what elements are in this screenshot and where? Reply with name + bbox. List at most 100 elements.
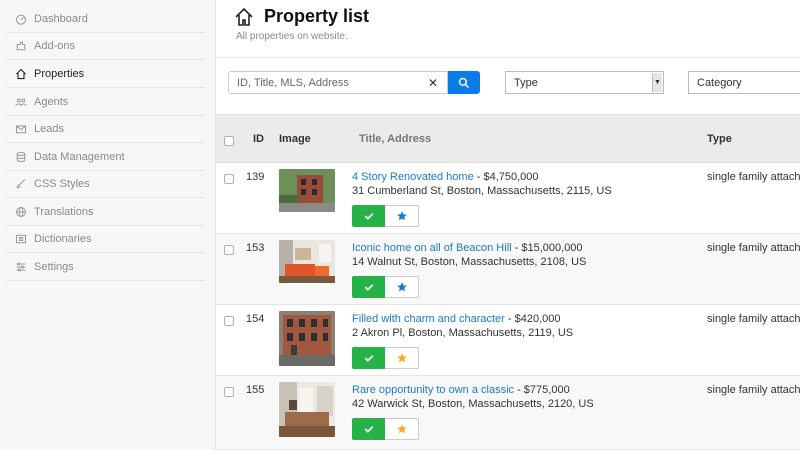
page-subtitle: All properties on website. [236, 31, 348, 42]
home-icon [14, 67, 28, 81]
property-address: 42 Warwick St, Boston, Massachusetts, 21… [352, 398, 594, 410]
dashboard-icon [14, 12, 28, 26]
globe-icon [14, 205, 28, 219]
row-checkbox[interactable] [224, 387, 234, 397]
sidebar-item-label: CSS Styles [34, 178, 90, 190]
approve-button[interactable] [352, 347, 385, 369]
property-title-link[interactable]: 4 Story Renovated home [352, 171, 474, 183]
check-icon [364, 284, 373, 291]
envelope-icon [14, 122, 28, 136]
column-id[interactable]: ID [253, 133, 264, 145]
chevron-down-icon: ▼ [652, 73, 662, 92]
star-icon [396, 424, 407, 434]
sidebar-item-label: Dashboard [34, 13, 88, 25]
column-type[interactable]: Type [707, 133, 732, 145]
sidebar-item-label: Settings [34, 261, 74, 273]
clear-search-button[interactable]: ✕ [419, 71, 448, 94]
sidebar-item-agents[interactable]: Agents [6, 89, 204, 116]
table-row: 139 4 Story Renovated home - $4,750,000 … [216, 163, 800, 234]
title-line: Iconic home on all of Beacon Hill - $15,… [352, 242, 583, 254]
property-type: single family attache [707, 313, 800, 325]
property-price: - $4,750,000 [473, 171, 539, 183]
property-price: - $15,000,000 [511, 242, 583, 254]
sidebar-item-dashboard[interactable]: Dashboard [6, 6, 204, 33]
sidebar-item-translations[interactable]: Translations [6, 199, 204, 226]
search-input[interactable] [228, 71, 420, 94]
property-price: - $775,000 [514, 384, 570, 396]
row-id: 139 [246, 171, 265, 183]
category-select-value: Category [697, 76, 742, 89]
approve-button[interactable] [352, 418, 385, 440]
sidebar-item-leads[interactable]: Leads [6, 116, 204, 143]
type-select[interactable]: Type ▼ [505, 71, 664, 94]
property-type: single family attache [707, 242, 800, 254]
select-all-checkbox[interactable] [224, 136, 234, 146]
sidebar-item-label: Agents [34, 96, 69, 108]
property-thumbnail[interactable] [279, 311, 335, 366]
featured-button[interactable] [385, 347, 419, 369]
sidebar-item-label: Translations [34, 206, 94, 218]
sidebar-item-label: Dictionaries [34, 233, 92, 245]
search-button[interactable] [448, 71, 480, 94]
approve-button[interactable] [352, 205, 385, 227]
category-select[interactable]: Category [688, 71, 800, 94]
featured-button[interactable] [385, 418, 419, 440]
property-address: 14 Walnut St, Boston, Massachusetts, 210… [352, 256, 587, 268]
check-icon [364, 355, 373, 362]
property-address: 2 Akron Pl, Boston, Massachusetts, 2119,… [352, 327, 574, 339]
property-type: single family attache [707, 384, 800, 396]
property-address: 31 Cumberland St, Boston, Massachusetts,… [352, 185, 612, 197]
title-line: 4 Story Renovated home - $4,750,000 [352, 171, 539, 183]
sidebar-item-label: Add-ons [34, 40, 75, 52]
row-id: 155 [246, 384, 265, 396]
featured-button[interactable] [385, 205, 419, 227]
brush-icon [14, 177, 28, 191]
row-id: 154 [246, 313, 265, 325]
property-thumbnail[interactable] [279, 169, 335, 212]
row-checkbox[interactable] [224, 316, 234, 326]
addons-icon [14, 39, 28, 53]
approve-button[interactable] [352, 276, 385, 298]
check-icon [364, 213, 373, 220]
star-icon [396, 353, 407, 363]
home-icon [235, 7, 253, 26]
agents-icon [14, 95, 28, 109]
table-row: 153 Iconic home on all of Beacon Hill - … [216, 234, 800, 305]
table-row: 154 Filled with charm and character - $4… [216, 305, 800, 376]
star-icon [396, 211, 407, 221]
sidebar-item-dictionaries[interactable]: Dictionaries [6, 226, 204, 253]
table-row: 155 Rare opportunity to own a classic - … [216, 376, 800, 450]
database-icon [14, 150, 28, 164]
sidebar: Dashboard Add-ons Properties Agents Lead… [0, 0, 216, 450]
sidebar-item-settings[interactable]: Settings [6, 254, 204, 281]
sidebar-item-properties[interactable]: Properties [6, 61, 204, 88]
sidebar-item-label: Properties [34, 68, 85, 80]
column-image: Image [279, 133, 311, 145]
title-line: Rare opportunity to own a classic - $775… [352, 384, 570, 396]
property-title-link[interactable]: Iconic home on all of Beacon Hill [352, 242, 512, 254]
property-thumbnail[interactable] [279, 382, 335, 437]
row-checkbox[interactable] [224, 245, 234, 255]
property-thumbnail[interactable] [279, 240, 335, 283]
sidebar-item-css-styles[interactable]: CSS Styles [6, 171, 204, 198]
sidebar-item-label: Leads [34, 123, 64, 135]
property-title-link[interactable]: Rare opportunity to own a classic [352, 384, 514, 396]
sidebar-item-label: Data Management [34, 151, 125, 163]
column-title[interactable]: Title, Address [359, 133, 431, 145]
search-icon [458, 77, 470, 88]
sidebar-item-data-management[interactable]: Data Management [6, 144, 204, 171]
property-title-link[interactable]: Filled with charm and character [352, 313, 505, 325]
list-icon [14, 232, 28, 246]
sidebar-item-addons[interactable]: Add-ons [6, 33, 204, 60]
featured-button[interactable] [385, 276, 419, 298]
row-checkbox[interactable] [224, 174, 234, 184]
property-type: single family attache [707, 171, 800, 183]
sliders-icon [14, 260, 28, 274]
page-header: Property list All properties on website. [216, 0, 800, 58]
type-select-value: Type [514, 76, 538, 89]
title-line: Filled with charm and character - $420,0… [352, 313, 561, 325]
table-header: ID Image Title, Address Type [216, 114, 800, 163]
check-icon [364, 426, 373, 433]
property-price: - $420,000 [504, 313, 561, 325]
header-divider [216, 57, 800, 58]
